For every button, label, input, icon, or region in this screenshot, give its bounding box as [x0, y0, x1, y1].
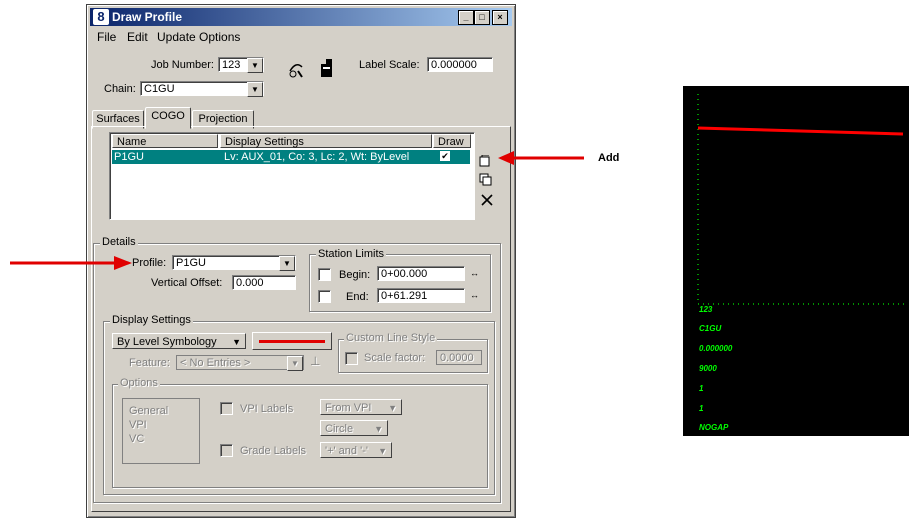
profile-select[interactable]: P1GU ▼	[172, 255, 296, 271]
pick-profile-icon[interactable]	[287, 59, 305, 79]
chevron-down-icon: ▼	[232, 337, 241, 347]
chevron-down-icon[interactable]: ▼	[247, 58, 263, 73]
symbology-value: By Level Symbology	[117, 336, 217, 348]
feature-select[interactable]: < No Entries > ▼	[176, 355, 304, 371]
grade-labels-label: Grade Labels	[240, 445, 307, 457]
column-header-name[interactable]: Name	[112, 134, 218, 148]
symbology-dropdown[interactable]: By Level Symbology ▼	[112, 333, 246, 349]
column-header-display[interactable]: Display Settings	[220, 134, 432, 148]
profile-arrow	[10, 255, 134, 271]
chevron-down-icon: ▼	[374, 424, 383, 434]
plot-label: 1	[699, 384, 704, 393]
vpi-labels-checkbox[interactable]	[220, 402, 233, 415]
delete-icon[interactable]	[481, 194, 493, 206]
custom-line-style-label: Custom Line Style	[344, 332, 438, 344]
grade-labels-checkbox[interactable]	[220, 444, 233, 457]
begin-label: Begin:	[339, 269, 371, 281]
copy-icon[interactable]	[479, 173, 493, 187]
vpi-from-select[interactable]: From VPI ▼	[320, 399, 402, 415]
pick-station-icon[interactable]: ↔	[470, 290, 479, 300]
profile-value: P1GU	[176, 257, 206, 269]
options-list[interactable]: General VPI VC	[122, 398, 200, 464]
window-title: Draw Profile	[112, 10, 183, 24]
pick-station-icon[interactable]: ↔	[470, 268, 479, 278]
menu-update-options[interactable]: Update Options	[157, 30, 240, 44]
profile-list[interactable]: Name Display Settings Draw P1GU Lv: AUX_…	[109, 132, 475, 220]
vertical-offset-label: Vertical Offset:	[151, 277, 223, 289]
chain-label: Chain:	[104, 83, 136, 95]
plot-label: 1	[699, 404, 704, 413]
end-checkbox[interactable]	[318, 290, 331, 303]
chevron-down-icon: ▼	[388, 403, 397, 413]
list-item[interactable]: VC	[129, 433, 144, 445]
vpi-from-value: From VPI	[325, 402, 372, 414]
app-icon: 8	[93, 9, 109, 25]
display-settings-label: Display Settings	[110, 314, 193, 326]
menu-edit[interactable]: Edit	[127, 30, 148, 44]
begin-input[interactable]: 0+00.000	[377, 266, 465, 281]
open-document-icon[interactable]	[317, 58, 335, 78]
grade-format-select[interactable]: '+' and '-' ▼	[320, 442, 392, 458]
grade-format-value: '+' and '-'	[325, 445, 368, 457]
feature-pick-icon[interactable]: ⊥	[310, 354, 320, 368]
plot-label: NOGAP	[699, 423, 729, 432]
station-limits-label: Station Limits	[316, 248, 387, 260]
list-item[interactable]: VPI	[129, 419, 147, 431]
job-number-select[interactable]: 123 ▼	[218, 57, 264, 73]
chain-select[interactable]: C1GU ▼	[140, 81, 264, 97]
scale-factor-label: Scale factor:	[364, 352, 426, 364]
row-display: Lv: AUX_01, Co: 3, Lc: 2, Wt: ByLevel	[224, 151, 410, 163]
chevron-down-icon: ▼	[287, 356, 303, 371]
profile-label: Profile:	[132, 257, 167, 269]
line-color-button[interactable]	[252, 332, 332, 350]
vertical-offset-input[interactable]: 0.000	[232, 275, 296, 290]
column-header-draw[interactable]: Draw	[433, 134, 471, 148]
chain-value: C1GU	[144, 83, 175, 95]
table-row[interactable]: P1GU Lv: AUX_01, Co: 3, Lc: 2, Wt: ByLev…	[112, 150, 470, 164]
label-scale-label: Label Scale:	[359, 59, 420, 71]
feature-label: Feature:	[129, 357, 170, 369]
add-annotation-label: Add	[598, 152, 620, 164]
plot-label: 9000	[699, 364, 717, 373]
details-label: Details	[100, 236, 138, 248]
end-label: End:	[346, 291, 369, 303]
vpi-labels-label: VPI Labels	[240, 403, 294, 415]
add-icon[interactable]	[479, 154, 491, 167]
tab-cogo[interactable]: COGO	[145, 107, 191, 129]
scale-factor-checkbox[interactable]	[345, 352, 358, 365]
profile-preview-graphics	[697, 94, 907, 305]
add-arrow	[496, 150, 586, 166]
row-draw-checkbox[interactable]: ✔	[440, 151, 450, 161]
job-number-value: 123	[222, 59, 241, 71]
plot-label: 0.000000	[699, 344, 733, 353]
end-input[interactable]: 0+61.291	[377, 288, 465, 303]
row-name: P1GU	[114, 151, 144, 163]
menu-file[interactable]: File	[97, 30, 116, 44]
options-label: Options	[118, 377, 160, 389]
chevron-down-icon[interactable]: ▼	[279, 256, 295, 271]
scale-factor-input[interactable]: 0.0000	[436, 350, 482, 365]
profile-preview-canvas[interactable]: 123 C1GU 0.000000 9000 1 1 NOGAP	[683, 86, 909, 436]
list-item[interactable]: General	[129, 405, 168, 417]
label-scale-input[interactable]: 0.000000	[427, 57, 493, 72]
begin-checkbox[interactable]	[318, 268, 331, 281]
title-bar[interactable]: 8 Draw Profile _ □ ×	[90, 8, 512, 26]
plot-label: C1GU	[699, 324, 722, 333]
close-button[interactable]: ×	[492, 10, 508, 25]
maximize-button[interactable]: □	[474, 10, 490, 25]
plot-label: 123	[699, 305, 713, 314]
feature-value: < No Entries >	[180, 357, 251, 369]
vpi-shape-value: Circle	[325, 423, 354, 435]
chevron-down-icon[interactable]: ▼	[247, 82, 263, 97]
line-color-swatch	[259, 340, 325, 343]
minimize-button[interactable]: _	[458, 10, 474, 25]
vpi-shape-select[interactable]: Circle ▼	[320, 420, 388, 436]
job-number-label: Job Number:	[151, 59, 214, 71]
chevron-down-icon: ▼	[378, 446, 387, 456]
